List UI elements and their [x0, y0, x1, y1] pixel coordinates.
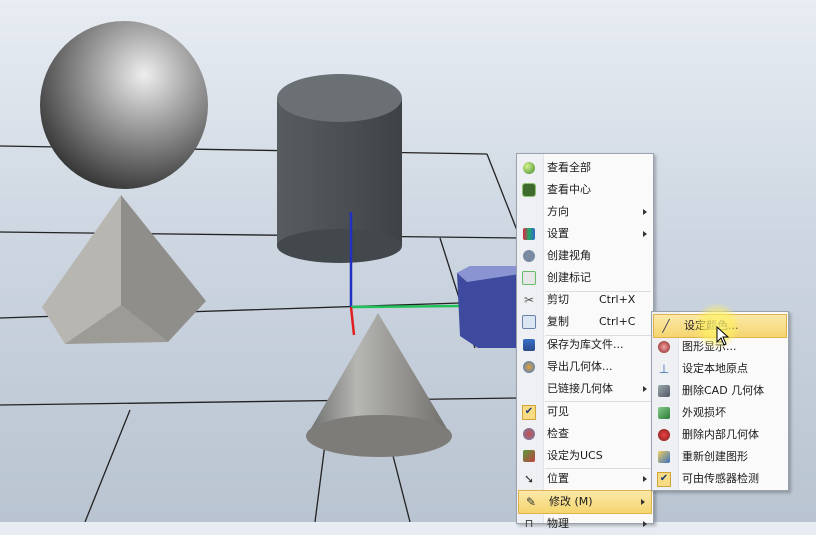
pencil-icon: ✎ [525, 495, 537, 509]
position-icon: ➘ [523, 472, 535, 486]
origin-icon: ⊥ [658, 362, 670, 376]
menu-item-cut[interactable]: ✂ 剪切 Ctrl+X [517, 289, 653, 311]
scissors-icon: ✂ [523, 293, 535, 307]
cone[interactable] [306, 313, 452, 457]
delete-inner-icon [657, 428, 671, 442]
chevron-right-icon [643, 209, 647, 215]
save-library-icon [522, 338, 536, 352]
menu-item-view-all[interactable]: 查看全部 [517, 157, 653, 179]
chevron-right-icon [643, 476, 647, 482]
check-icon: ✔ [522, 404, 536, 420]
menu-item-create-view[interactable]: 创建视角 [517, 245, 653, 267]
menu-item-inspect[interactable]: 检查 [517, 423, 653, 445]
export-icon [522, 360, 536, 374]
menu-item-set-ucs[interactable]: 设定为UCS [517, 445, 653, 467]
view-all-icon [522, 161, 536, 175]
marker-icon [522, 271, 536, 285]
pyramid[interactable] [42, 195, 206, 344]
menu-item-create-marker[interactable]: 创建标记 [517, 267, 653, 289]
menu-item-position[interactable]: ➘ 位置 [517, 468, 653, 490]
camera-icon [522, 249, 536, 263]
menu-item-orientation[interactable]: 方向 [517, 201, 653, 223]
physics-icon: ⊓ [524, 517, 534, 530]
menu-item-export-geometry[interactable]: 导出几何体... [517, 356, 653, 378]
menu-item-linked-geometry[interactable]: 已链接几何体 [517, 378, 653, 400]
chevron-right-icon [641, 499, 645, 505]
box[interactable] [457, 266, 520, 348]
menu-item-view-center[interactable]: 查看中心 [517, 179, 653, 201]
menu-item-visible[interactable]: ✔ 可见 [517, 401, 653, 423]
menu-item-physics[interactable]: ⊓ 物理 [517, 513, 653, 535]
submenu-item-sensor-detect[interactable]: ✔ 可由传感器检测 [652, 468, 788, 490]
damage-icon [657, 406, 671, 420]
chevron-right-icon [643, 386, 647, 392]
submenu-item-delete-inner[interactable]: 删除内部几何体 [652, 424, 788, 446]
view-center-icon [522, 183, 536, 197]
context-menu: 查看全部 查看中心 方向 设置 创建视角 创建标记 ✂ 剪切 Ctrl+X 复制… [516, 153, 654, 530]
settings-icon [522, 227, 536, 241]
menu-item-copy[interactable]: 复制 Ctrl+C [517, 311, 653, 333]
check-icon: ✔ [657, 471, 671, 487]
copy-icon [522, 315, 536, 329]
chevron-right-icon [643, 231, 647, 237]
display-icon [657, 340, 671, 354]
menu-item-save-library[interactable]: 保存为库文件... [517, 334, 653, 356]
inspect-icon [522, 427, 536, 441]
delete-cad-icon [657, 384, 671, 398]
submenu-item-recreate-graphics[interactable]: 重新创建图形 [652, 446, 788, 468]
menu-item-settings[interactable]: 设置 [517, 223, 653, 245]
recreate-icon [657, 450, 671, 464]
submenu-item-delete-cad[interactable]: 删除CAD 几何体 [652, 380, 788, 402]
brush-icon: ╱ [662, 319, 670, 333]
submenu-item-set-local-origin[interactable]: ⊥ 设定本地原点 [652, 358, 788, 380]
cylinder[interactable] [277, 74, 402, 263]
ucs-icon [522, 449, 536, 463]
menu-item-modify[interactable]: ✎ 修改 (M) [518, 490, 652, 514]
mouse-cursor-icon [716, 326, 730, 346]
sphere[interactable] [40, 21, 208, 189]
submenu-item-appearance-damage[interactable]: 外观损坏 [652, 402, 788, 424]
